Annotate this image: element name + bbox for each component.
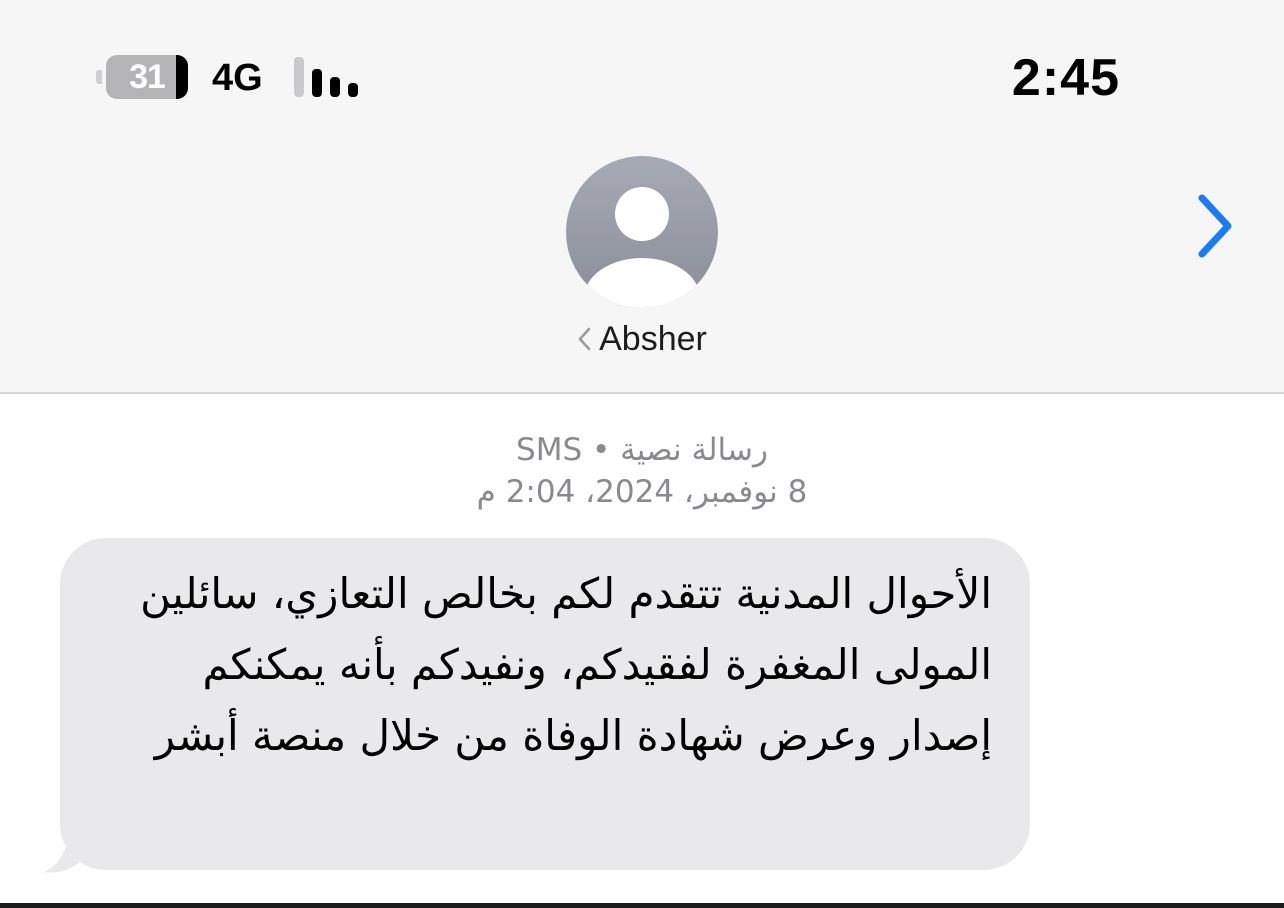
bottom-edge	[0, 903, 1284, 908]
signal-bar	[312, 69, 322, 97]
chevron-left-icon	[578, 327, 591, 351]
message-type-label: رسالة نصية • SMS	[516, 432, 768, 468]
cellular-signal-icon	[294, 57, 364, 97]
battery-nub	[96, 70, 102, 84]
contact-avatar[interactable]	[566, 156, 718, 308]
battery-level: 31	[129, 58, 166, 96]
contact-name: Absher	[599, 320, 707, 358]
contact-details-button[interactable]	[1190, 190, 1242, 262]
battery-body: 31	[106, 55, 188, 99]
message-text: الأحوال المدنية تتقدم لكم بخالص التعازي،…	[140, 569, 992, 760]
network-type: 4G	[212, 57, 263, 99]
signal-bar	[294, 57, 304, 97]
conversation-header: 31 4G 2:45 Absher	[0, 0, 1284, 394]
signal-bar	[330, 77, 340, 97]
chevron-right-icon	[1198, 194, 1232, 258]
signal-bar	[348, 83, 358, 97]
messages-conversation-screen: 31 4G 2:45 Absher رسالة نصية • SMS 8 نوف…	[0, 0, 1284, 908]
battery-indicator: 31	[96, 55, 192, 99]
person-silhouette-icon	[566, 156, 718, 308]
message-timestamp: 8 نوفمبر، 2024، 2:04 م	[476, 474, 808, 510]
contact-name-row[interactable]: Absher	[0, 320, 1284, 359]
status-time: 2:45	[1011, 49, 1120, 107]
